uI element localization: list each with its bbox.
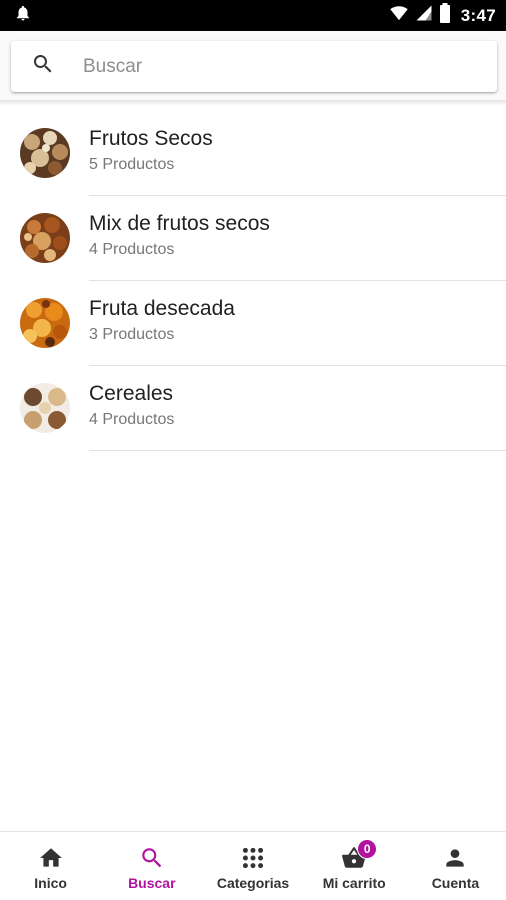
category-text: Mix de frutos secos 4 Productos [89, 210, 506, 281]
nav-item-inicio[interactable]: Inico [0, 832, 101, 900]
status-icons: 3:47 [389, 3, 496, 28]
search-area [0, 31, 506, 103]
nav-item-cuenta[interactable]: Cuenta [405, 832, 506, 900]
cereals-thumbnail [20, 383, 70, 433]
category-item-cereales[interactable]: Cereales 4 Productos [0, 366, 506, 451]
cell-signal-icon [415, 4, 433, 27]
search-icon[interactable] [31, 52, 55, 81]
category-count: 4 Productos [89, 241, 175, 258]
nav-label: Mi carrito [322, 875, 386, 891]
nav-label: Categorias [216, 875, 290, 891]
home-icon [38, 845, 64, 871]
category-item-fruta-desecada[interactable]: Fruta desecada 3 Productos [0, 281, 506, 366]
category-text: Fruta desecada 3 Productos [89, 295, 506, 366]
nav-item-mi-carrito[interactable]: 0 Mi carrito [304, 832, 405, 900]
search-divider [0, 100, 506, 106]
category-list: Frutos Secos 5 Productos Mix de frutos s… [0, 111, 506, 451]
category-text: Frutos Secos 5 Productos [89, 125, 506, 196]
category-count: 4 Productos [89, 411, 175, 428]
status-bar: 3:47 [0, 0, 506, 31]
search-icon [139, 845, 165, 871]
nav-label: Inico [34, 875, 67, 891]
mixed-nuts-thumbnail [20, 213, 70, 263]
battery-icon [439, 3, 451, 28]
bottom-navigation: Inico Buscar Categorias 0 Mi carrito Cue… [0, 831, 506, 900]
wifi-icon [389, 4, 409, 27]
person-icon [442, 845, 468, 871]
cart-count-badge: 0 [357, 839, 378, 859]
category-count: 3 Productos [89, 326, 175, 343]
nav-item-categorias[interactable]: Categorias [202, 832, 303, 900]
notification-bell-icon [14, 4, 32, 27]
nuts-thumbnail [20, 128, 70, 178]
nav-item-buscar[interactable]: Buscar [101, 832, 202, 900]
nav-label: Cuenta [431, 875, 480, 891]
category-name: Fruta desecada [89, 297, 235, 320]
dried-fruit-thumbnail [20, 298, 70, 348]
category-item-frutos-secos[interactable]: Frutos Secos 5 Productos [0, 111, 506, 196]
shopping-basket-icon: 0 [341, 839, 378, 871]
category-item-mix-frutos-secos[interactable]: Mix de frutos secos 4 Productos [0, 196, 506, 281]
category-name: Frutos Secos [89, 127, 213, 150]
search-bar[interactable] [11, 41, 497, 92]
nav-label: Buscar [128, 875, 176, 891]
category-name: Mix de frutos secos [89, 212, 270, 235]
category-text: Cereales 4 Productos [89, 380, 506, 451]
grid-icon [240, 845, 266, 871]
status-time: 3:47 [460, 5, 496, 25]
search-input[interactable] [81, 54, 445, 79]
category-name: Cereales [89, 382, 174, 405]
category-count: 5 Productos [89, 156, 175, 173]
